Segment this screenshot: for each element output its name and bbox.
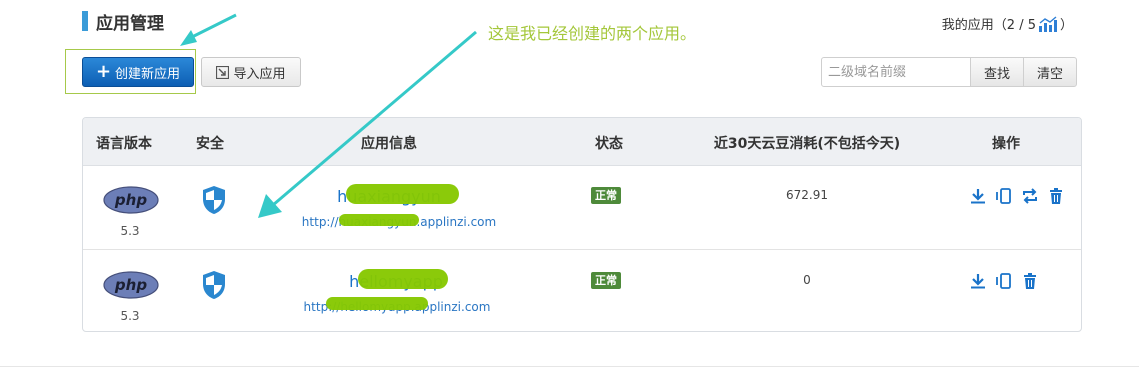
status-badge: 正常 (591, 272, 621, 289)
cost-value: 672.91 (786, 188, 828, 202)
transfer-icon[interactable] (1021, 187, 1039, 205)
svg-text:php: php (114, 276, 147, 294)
mobile-icon[interactable] (995, 187, 1013, 205)
php-version: 5.3 (120, 224, 140, 238)
import-app-button[interactable]: 导入应用 (201, 57, 301, 87)
delete-icon[interactable] (1021, 272, 1039, 290)
col-actions: 操作 (992, 136, 1020, 152)
redaction-mark (339, 214, 419, 226)
col-status: 状态 (595, 136, 623, 152)
bar-chart-icon[interactable] (1038, 15, 1058, 32)
col-app-info: 应用信息 (361, 136, 417, 152)
page-divider (0, 366, 1139, 367)
clear-button[interactable]: 清空 (1023, 57, 1077, 87)
cost-value: 0 (803, 273, 811, 287)
my-apps-counter: 我的应用（2 / 5 ） (942, 14, 1073, 33)
create-app-label: 创建新应用 (115, 66, 181, 82)
col-language: 语言版本 (96, 136, 152, 152)
mobile-icon[interactable] (995, 272, 1013, 290)
shield-icon[interactable] (201, 270, 227, 300)
title-accent-bar (82, 11, 88, 31)
col-security: 安全 (196, 136, 224, 152)
svg-text:php: php (114, 191, 147, 209)
redaction-mark (346, 184, 459, 204)
row-actions (969, 272, 1039, 290)
arrow-head (180, 30, 197, 46)
download-icon[interactable] (969, 187, 987, 205)
delete-icon[interactable] (1047, 187, 1065, 205)
php-logo: php (103, 186, 159, 214)
app-table: 语言版本 安全 应用信息 状态 近30天云豆消耗(不包括今天) 操作 php 5… (82, 117, 1082, 332)
table-row: php 5.3 huaxiangyun http://huaxiangyun.a… (83, 165, 1081, 250)
redaction-mark (358, 269, 448, 289)
search-button[interactable]: 查找 (970, 57, 1024, 87)
annotation-text: 这是我已经创建的两个应用。 (488, 24, 697, 43)
col-cost: 近30天云豆消耗(不包括今天) (713, 136, 901, 152)
import-app-label: 导入应用 (233, 66, 286, 82)
create-app-button[interactable]: + 创建新应用 (82, 57, 194, 87)
download-icon[interactable] (969, 272, 987, 290)
php-version: 5.3 (120, 309, 140, 323)
table-header: 语言版本 安全 应用信息 状态 近30天云豆消耗(不包括今天) 操作 (83, 118, 1081, 166)
row-actions (969, 187, 1065, 205)
redaction-mark (326, 297, 428, 310)
php-logo: php (103, 271, 159, 299)
import-icon (216, 65, 230, 79)
status-badge: 正常 (591, 187, 621, 204)
my-apps-close: ） (1059, 18, 1073, 33)
my-apps-label: 我的应用（2 / 5 (941, 18, 1036, 33)
table-row: php 5.3 hellomyapp http://hellomyapp.app… (83, 250, 1081, 331)
plus-icon: + (95, 61, 112, 82)
domain-search-input[interactable] (821, 57, 971, 87)
shield-icon[interactable] (201, 185, 227, 215)
page-title: 应用管理 (96, 14, 164, 34)
